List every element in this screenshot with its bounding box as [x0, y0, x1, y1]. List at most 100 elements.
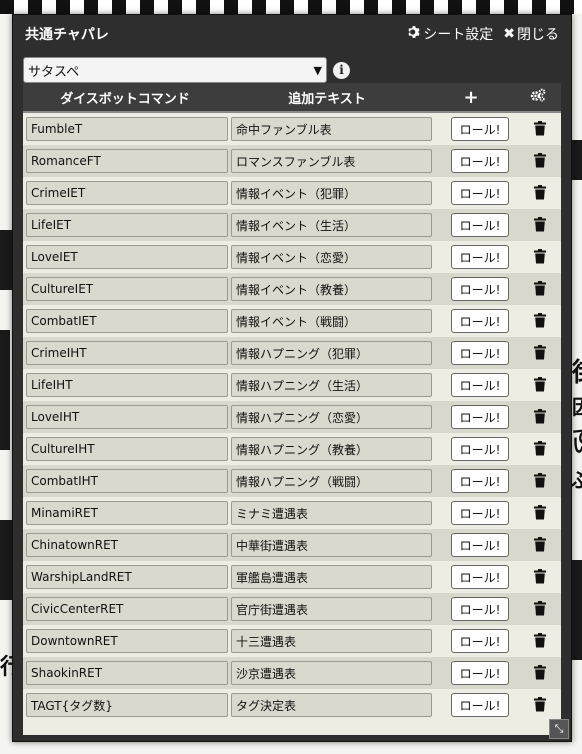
text-field[interactable]: ミナミ遭遇表: [231, 501, 432, 525]
text-field[interactable]: 軍艦島遭遇表: [231, 565, 432, 589]
trash-icon: [534, 377, 548, 392]
roll-button[interactable]: ロール!: [451, 245, 509, 269]
command-field[interactable]: CombatIET: [26, 309, 228, 333]
command-field[interactable]: ShaokinRET: [26, 661, 228, 685]
table-body: FumbleT 命中ファンブル表 ロール! RomanceFT ロマンスファンブル表 ロー…: [23, 113, 561, 721]
roll-button[interactable]: ロール!: [451, 213, 509, 237]
command-field[interactable]: DowntownRET: [26, 629, 228, 653]
delete-button[interactable]: [534, 153, 548, 169]
command-field[interactable]: CombatIHT: [26, 469, 228, 493]
palette-table: ダイスボットコマンド 追加テキスト + FumbleT 命中ファンブル表 ロール! R…: [23, 83, 561, 735]
roll-button[interactable]: ロール!: [451, 405, 509, 429]
roll-button[interactable]: ロール!: [451, 565, 509, 589]
close-icon: ✖: [503, 26, 515, 42]
delete-button[interactable]: [534, 665, 548, 681]
roll-button[interactable]: ロール!: [451, 693, 509, 717]
command-field[interactable]: RomanceFT: [26, 149, 228, 173]
command-field[interactable]: TAGT{タグ数}: [26, 693, 228, 717]
delete-button[interactable]: [534, 409, 548, 425]
text-field[interactable]: 情報イベント（教養）: [231, 277, 432, 301]
text-field[interactable]: 中華街遭遇表: [231, 533, 432, 557]
delete-button[interactable]: [534, 601, 548, 617]
text-field[interactable]: 情報イベント（犯罪）: [231, 181, 432, 205]
gears-icon: [530, 88, 546, 106]
delete-button[interactable]: [534, 633, 548, 649]
text-field[interactable]: 情報ハプニング（犯罪）: [231, 341, 432, 365]
roll-button[interactable]: ロール!: [451, 309, 509, 333]
delete-button[interactable]: [534, 313, 548, 329]
text-field[interactable]: 情報ハプニング（恋愛）: [231, 405, 432, 429]
table-row: ShaokinRET 沙京遭遇表 ロール!: [23, 657, 561, 689]
text-field[interactable]: 沙京遭遇表: [231, 661, 432, 685]
trash-icon: [534, 697, 548, 712]
roll-button[interactable]: ロール!: [451, 437, 509, 461]
roll-button[interactable]: ロール!: [451, 117, 509, 141]
roll-button[interactable]: ロール!: [451, 149, 509, 173]
settings-button[interactable]: [515, 88, 561, 106]
text-field[interactable]: 情報イベント（戦闘）: [231, 309, 432, 333]
command-field[interactable]: CultureIHT: [26, 437, 228, 461]
system-select[interactable]: サタスペ ▼: [23, 57, 327, 83]
info-icon[interactable]: i: [333, 61, 350, 79]
command-field[interactable]: LoveIHT: [26, 405, 228, 429]
window-titlebar[interactable]: 共通チャパレ シート設定 ✖ 閉じる: [13, 15, 571, 53]
text-field[interactable]: 情報イベント（恋愛）: [231, 245, 432, 269]
delete-button[interactable]: [534, 217, 548, 233]
selector-row: サタスペ ▼ i: [13, 53, 571, 87]
command-field[interactable]: LifeIET: [26, 213, 228, 237]
text-field[interactable]: 情報ハプニング（戦闘）: [231, 469, 432, 493]
roll-button[interactable]: ロール!: [451, 501, 509, 525]
command-field[interactable]: LoveIET: [26, 245, 228, 269]
window-title: 共通チャパレ: [25, 27, 109, 43]
delete-button[interactable]: [534, 121, 548, 137]
roll-button[interactable]: ロール!: [451, 629, 509, 653]
add-row-button[interactable]: +: [427, 87, 515, 108]
text-column-header: 追加テキスト: [288, 91, 366, 107]
command-field[interactable]: FumbleT: [26, 117, 228, 141]
delete-button[interactable]: [534, 697, 548, 713]
command-field[interactable]: CrimeIHT: [26, 341, 228, 365]
roll-button[interactable]: ロール!: [451, 277, 509, 301]
roll-button[interactable]: ロール!: [451, 469, 509, 493]
delete-button[interactable]: [534, 441, 548, 457]
trash-icon: [534, 217, 548, 232]
delete-button[interactable]: [534, 185, 548, 201]
delete-button[interactable]: [534, 537, 548, 553]
roll-button[interactable]: ロール!: [451, 181, 509, 205]
command-field[interactable]: CultureIET: [26, 277, 228, 301]
delete-button[interactable]: [534, 345, 548, 361]
close-button[interactable]: ✖ 閉じる: [503, 24, 559, 44]
roll-button[interactable]: ロール!: [451, 341, 509, 365]
text-field[interactable]: 情報ハプニング（生活）: [231, 373, 432, 397]
text-field[interactable]: ロマンスファンブル表: [231, 149, 432, 173]
text-field[interactable]: 命中ファンブル表: [231, 117, 432, 141]
table-row: CrimeIHT 情報ハプニング（犯罪） ロール!: [23, 337, 561, 369]
resize-handle[interactable]: ⤡: [549, 719, 569, 739]
delete-button[interactable]: [534, 569, 548, 585]
table-row: FumbleT 命中ファンブル表 ロール!: [23, 113, 561, 145]
roll-button[interactable]: ロール!: [451, 597, 509, 621]
roll-button[interactable]: ロール!: [451, 373, 509, 397]
delete-button[interactable]: [534, 473, 548, 489]
command-field[interactable]: CrimeIET: [26, 181, 228, 205]
delete-button[interactable]: [534, 377, 548, 393]
sheet-settings-button[interactable]: シート設定: [407, 24, 493, 44]
command-field[interactable]: LifeIHT: [26, 373, 228, 397]
table-row: DowntownRET 十三遭遇表 ロール!: [23, 625, 561, 657]
trash-icon: [534, 473, 548, 488]
delete-button[interactable]: [534, 505, 548, 521]
command-field[interactable]: MinamiRET: [26, 501, 228, 525]
trash-icon: [534, 281, 548, 296]
command-field[interactable]: ChinatownRET: [26, 533, 228, 557]
roll-button[interactable]: ロール!: [451, 661, 509, 685]
text-field[interactable]: タグ決定表: [231, 693, 432, 717]
text-field[interactable]: 情報イベント（生活）: [231, 213, 432, 237]
roll-button[interactable]: ロール!: [451, 533, 509, 557]
text-field[interactable]: 官庁街遭遇表: [231, 597, 432, 621]
delete-button[interactable]: [534, 249, 548, 265]
command-field[interactable]: CivicCenterRET: [26, 597, 228, 621]
text-field[interactable]: 情報ハプニング（教養）: [231, 437, 432, 461]
text-field[interactable]: 十三遭遇表: [231, 629, 432, 653]
delete-button[interactable]: [534, 281, 548, 297]
command-field[interactable]: WarshipLandRET: [26, 565, 228, 589]
